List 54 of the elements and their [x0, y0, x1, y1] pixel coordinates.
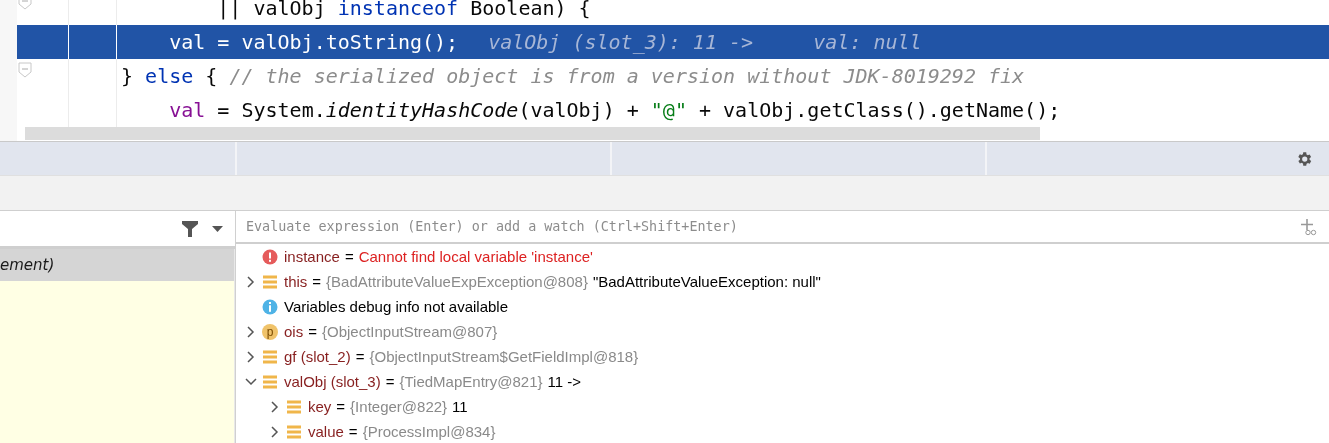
equals-sign: = [385, 373, 395, 390]
code-token: (valObj) + [518, 98, 640, 122]
code-token: + valObj.getClass().getName(); [698, 98, 1061, 122]
field-icon [262, 373, 278, 390]
variable-value: "BadAttributeValueException: null" [592, 273, 821, 290]
code-token: = System. [216, 98, 326, 122]
variable-name: valObj (slot_3) [284, 373, 381, 390]
code-token: val [168, 98, 206, 122]
equals-sign: = [312, 273, 322, 290]
code-token: instanceof [337, 0, 459, 20]
variable-name: gf (slot_2) [284, 348, 351, 365]
equals-sign: = [336, 398, 346, 415]
code-token: "@" [650, 98, 687, 122]
parameter-badge: p [262, 323, 278, 340]
caret-icon[interactable] [212, 225, 223, 232]
equals-sign: = [348, 423, 358, 440]
info-icon [262, 298, 278, 315]
filter-icon[interactable] [182, 220, 198, 237]
object-reference: {ProcessImpl@834} [362, 423, 496, 440]
variable-name: instance [284, 248, 340, 265]
code-token: Boolean) { [469, 0, 591, 20]
variable-name: key [308, 398, 332, 415]
code-token: identityHashCode [325, 98, 519, 122]
error-icon [262, 248, 278, 265]
frame-item[interactable]: ement) [0, 249, 234, 281]
equals-sign: = [308, 323, 317, 340]
variable-name: this [284, 273, 308, 290]
evaluate-field[interactable]: Evaluate expression (Enter) or add a watch (Ctrl+Shift+Enter) [246, 219, 1299, 234]
variable-value: 11 [452, 398, 468, 415]
equals-sign: = [355, 348, 365, 365]
code-token: } [121, 64, 135, 88]
equals-sign: = [344, 248, 354, 265]
info-message: Variables debug info not available [284, 298, 509, 315]
field-icon [262, 348, 278, 365]
variable-name: ois [284, 323, 304, 340]
code-token: // the serialized object is from a version without JDK-8019292 fix [229, 64, 1025, 88]
field-icon [262, 273, 278, 290]
code-token: else [145, 64, 194, 88]
code-token: { [204, 64, 219, 88]
add-watch-icon[interactable] [1299, 217, 1317, 236]
code-token: || valObj [216, 0, 327, 20]
code-token: val = valObj.toString(); [168, 30, 459, 54]
field-icon [286, 398, 302, 415]
scrollbar[interactable] [25, 127, 1040, 140]
object-reference: {ObjectInputStream$GetFieldImpl@818} [369, 348, 639, 365]
error-message: Cannot find local variable 'instance' [358, 248, 593, 265]
field-icon [286, 423, 302, 440]
inline-value-hint: valObj (slot_3): 11 -> val: null [488, 30, 922, 54]
object-reference: {BadAttributeValueExpException@808} [326, 273, 588, 290]
object-reference: {Integer@822} [350, 398, 448, 415]
variable-name: value [308, 423, 344, 440]
object-reference: {ObjectInputStream@807} [321, 323, 498, 340]
object-reference: {TiedMapEntry@821} [399, 373, 543, 390]
variable-value: 11 -> [547, 373, 582, 390]
